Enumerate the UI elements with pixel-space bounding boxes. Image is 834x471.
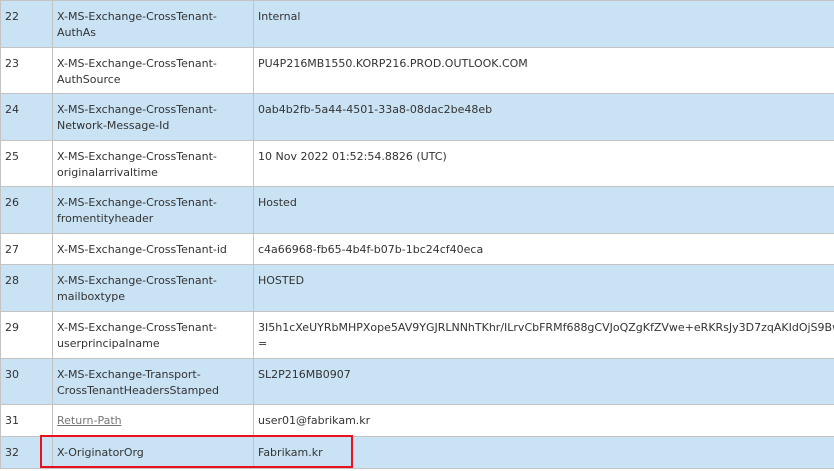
header-value: user01@fabrikam.kr	[253, 404, 834, 437]
header-name: X-MS-Exchange-CrossTenant-fromentityhead…	[52, 186, 254, 234]
row-number: 28	[0, 264, 53, 312]
header-name: X-MS-Exchange-CrossTenant-Network-Messag…	[52, 93, 254, 141]
row-number: 22	[0, 0, 53, 48]
table-row: 23 X-MS-Exchange-CrossTenant-AuthSource PU…	[0, 47, 834, 94]
table-row: 30 X-MS-Exchange-Transport-CrossTenantHea…	[0, 358, 834, 405]
row-number: 32	[0, 436, 53, 469]
header-name: X-MS-Exchange-CrossTenant-id	[52, 233, 254, 265]
table-row: 31 Return-Path user01@fabrikam.kr	[0, 404, 834, 437]
header-value: 0ab4b2fb-5a44-4501-33a8-08dac2be48eb	[253, 93, 834, 141]
table-row: 24 X-MS-Exchange-CrossTenant-Network-Mess…	[0, 93, 834, 141]
header-value: Fabrikam.kr	[253, 436, 834, 469]
row-number: 29	[0, 311, 53, 359]
header-value: 3I5h1cXeUYRbMHPXope5AV9YGJRLNNhTKhr/ILrv…	[253, 311, 834, 359]
header-name: X-MS-Exchange-CrossTenant-originalarriva…	[52, 140, 254, 187]
message-header-table: 22 X-MS-Exchange-CrossTenant-AuthAs Intern…	[0, 0, 834, 469]
table-row: 22 X-MS-Exchange-CrossTenant-AuthAs Intern…	[0, 0, 834, 48]
header-name: X-MS-Exchange-Transport-CrossTenantHeade…	[52, 358, 254, 405]
header-value: PU4P216MB1550.KORP216.PROD.OUTLOOK.COM	[253, 47, 834, 94]
row-number: 30	[0, 358, 53, 405]
header-value: HOSTED	[253, 264, 834, 312]
header-value: SL2P216MB0907	[253, 358, 834, 405]
header-value: c4a66968-fb65-4b4f-b07b-1bc24cf40eca	[253, 233, 834, 265]
table-row: 27 X-MS-Exchange-CrossTenant-id c4a66968-f…	[0, 233, 834, 265]
row-number: 24	[0, 93, 53, 141]
message-header-rows: 22 X-MS-Exchange-CrossTenant-AuthAs Intern…	[0, 0, 834, 469]
header-name: X-OriginatorOrg	[52, 436, 254, 469]
header-value: 10 Nov 2022 01:52:54.8826 (UTC)	[253, 140, 834, 187]
row-number: 31	[0, 404, 53, 437]
header-name-link[interactable]: Return-Path	[57, 414, 122, 427]
table-row: 29 X-MS-Exchange-CrossTenant-userprincipa…	[0, 311, 834, 359]
header-value: Hosted	[253, 186, 834, 234]
header-name: X-MS-Exchange-CrossTenant-mailboxtype	[52, 264, 254, 312]
row-number: 26	[0, 186, 53, 234]
header-value: Internal	[253, 0, 834, 48]
row-number: 25	[0, 140, 53, 187]
table-row: 26 X-MS-Exchange-CrossTenant-fromentityhe…	[0, 186, 834, 234]
header-name: X-MS-Exchange-CrossTenant-AuthSource	[52, 47, 254, 94]
row-number: 23	[0, 47, 53, 94]
table-row: 32 X-OriginatorOrg Fabrikam.kr	[0, 436, 834, 469]
header-name-cell: Return-Path	[52, 404, 254, 437]
header-name: X-MS-Exchange-CrossTenant-userprincipaln…	[52, 311, 254, 359]
table-row: 28 X-MS-Exchange-CrossTenant-mailboxtype H…	[0, 264, 834, 312]
header-name: X-MS-Exchange-CrossTenant-AuthAs	[52, 0, 254, 48]
row-number: 27	[0, 233, 53, 265]
table-row: 25 X-MS-Exchange-CrossTenant-originalarri…	[0, 140, 834, 187]
